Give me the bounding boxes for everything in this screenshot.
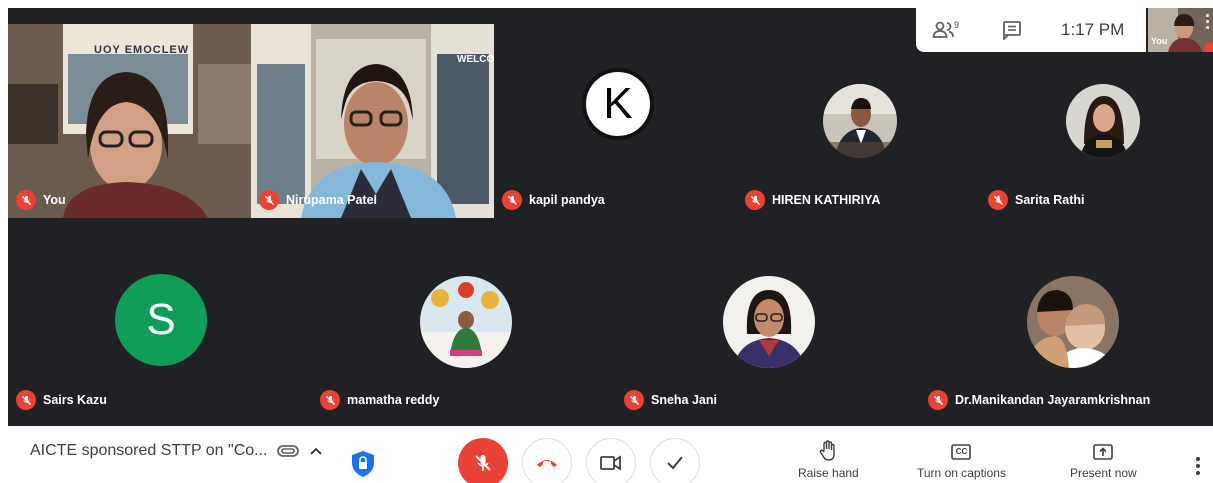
more-options-icon[interactable] bbox=[1206, 14, 1210, 29]
participant-tile-sneha-jani: Sneha Jani bbox=[616, 218, 920, 418]
mic-off-icon bbox=[320, 390, 340, 410]
participant-count-badge: 9 bbox=[954, 20, 960, 30]
attachment-icon bbox=[277, 445, 300, 457]
mic-off-icon bbox=[16, 390, 36, 410]
leave-call-button[interactable] bbox=[522, 438, 572, 483]
avatar-kapil: K bbox=[582, 68, 654, 140]
participant-name: kapil pandya bbox=[502, 190, 605, 210]
shield-icon bbox=[352, 451, 374, 477]
participants-button[interactable]: 9 bbox=[932, 18, 966, 42]
participant-tile-kapil-pandya: K kapil pandya bbox=[494, 24, 737, 218]
mic-off-icon bbox=[475, 455, 491, 471]
participant-tile-you: UOY EMOCLEW You bbox=[8, 24, 251, 218]
security-shield-button[interactable] bbox=[350, 451, 376, 479]
bottom-control-bar: AICTE sponsored STTP on "Co... Raise han… bbox=[0, 426, 1213, 483]
participant-name: Sarita Rathi bbox=[988, 190, 1084, 210]
avatar-hiren bbox=[823, 84, 897, 158]
mic-off-icon bbox=[928, 390, 948, 410]
participant-tile-hiren-kathiriya: HIREN KATHIRIYA bbox=[737, 24, 980, 218]
mic-off-icon bbox=[988, 190, 1008, 210]
avatar-manikandan bbox=[1027, 276, 1119, 368]
video-camera-icon bbox=[600, 455, 621, 471]
chevron-up-icon bbox=[310, 447, 323, 455]
more-options-button[interactable] bbox=[1194, 456, 1202, 476]
participant-name: Sairs Kazu bbox=[16, 390, 107, 410]
participant-tile-manikandan: Dr.Manikandan Jayaramkrishnan bbox=[920, 218, 1213, 418]
present-screen-icon bbox=[1093, 444, 1114, 460]
participant-name: You bbox=[16, 190, 66, 210]
participant-name: Dr.Manikandan Jayaramkrishnan bbox=[928, 390, 1150, 410]
hang-up-icon bbox=[537, 460, 557, 467]
participant-tile-nirupama-patel: WELCO Nirupama Patel bbox=[251, 24, 494, 218]
participant-tile-sairs-kazu: S Sairs Kazu bbox=[8, 218, 312, 418]
chat-button[interactable] bbox=[1002, 20, 1024, 42]
avatar-sarita bbox=[1066, 84, 1140, 158]
checkmark-button[interactable] bbox=[650, 438, 700, 483]
microphone-toggle-button[interactable] bbox=[458, 438, 508, 483]
raise-hand-button[interactable]: Raise hand bbox=[798, 440, 859, 480]
banner-left-text: UOY EMOCLEW bbox=[94, 44, 190, 56]
video-grid: UOY EMOCLEW You WELCO Nirupama Patel K k… bbox=[8, 8, 1213, 426]
mic-off-icon bbox=[745, 190, 765, 210]
people-icon bbox=[932, 21, 954, 38]
clock-time: 1:17 PM bbox=[1061, 20, 1125, 39]
checkmark-icon bbox=[667, 456, 683, 470]
participant-name: HIREN KATHIRIYA bbox=[745, 190, 880, 210]
meeting-info-bar: 9 1:17 PM bbox=[916, 8, 1146, 52]
avatar-sneha bbox=[723, 276, 815, 368]
present-now-button[interactable]: Present now bbox=[1070, 440, 1137, 480]
camera-toggle-button[interactable] bbox=[586, 438, 636, 483]
self-view-label: You bbox=[1151, 36, 1168, 46]
hand-icon bbox=[820, 440, 836, 461]
more-vert-icon bbox=[1196, 457, 1200, 475]
meeting-details-button[interactable]: AICTE sponsored STTP on "Co... bbox=[30, 442, 323, 460]
avatar-sairs: S bbox=[115, 274, 207, 366]
banner-right-text: WELCO bbox=[457, 54, 494, 65]
cc-glyph: CC bbox=[955, 447, 968, 456]
meeting-title: AICTE sponsored STTP on "Co... bbox=[30, 442, 268, 459]
mic-off-icon bbox=[16, 190, 36, 210]
participant-tile-sarita-rathi: Sarita Rathi bbox=[980, 24, 1213, 218]
mic-off-icon bbox=[502, 190, 522, 210]
captions-button[interactable]: CC Turn on captions bbox=[917, 440, 1006, 480]
participant-name: mamatha reddy bbox=[320, 390, 439, 410]
self-view-thumbnail[interactable]: You bbox=[1148, 8, 1213, 52]
avatar-mamatha bbox=[420, 276, 512, 368]
participant-name: Nirupama Patel bbox=[259, 190, 377, 210]
mic-off-icon bbox=[259, 190, 279, 210]
chat-icon bbox=[1003, 21, 1021, 42]
participant-name: Sneha Jani bbox=[624, 390, 717, 410]
mic-off-icon bbox=[624, 390, 644, 410]
participant-tile-mamatha-reddy: mamatha reddy bbox=[312, 218, 616, 418]
